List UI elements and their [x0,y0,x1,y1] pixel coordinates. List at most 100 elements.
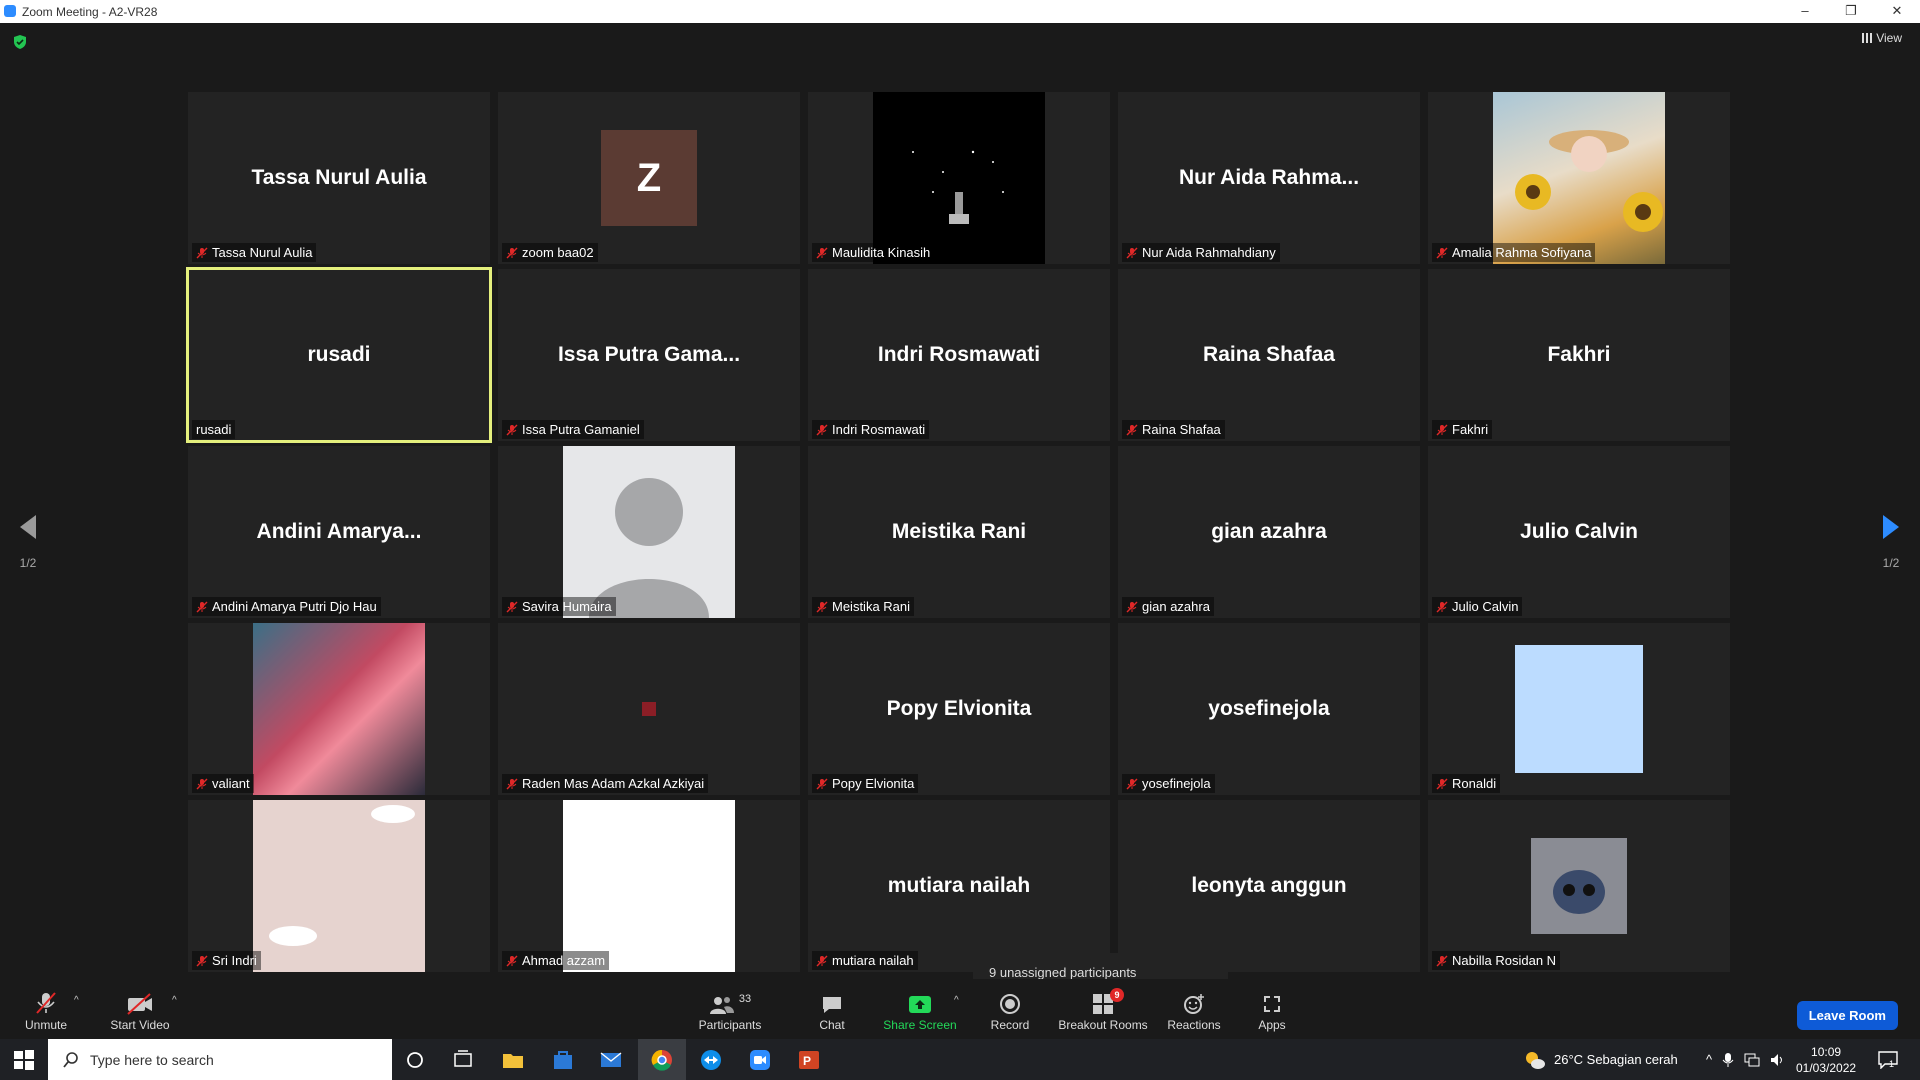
avatar [1515,645,1643,773]
meeting-toolbar: Unmute ^ Start Video ^ 33 Participants C… [0,979,1920,1039]
video-tile[interactable]: gian azahra gian azahra [1118,446,1420,618]
tile-name-label: Nabilla Rosidan N [1432,951,1561,970]
profile-picture [1493,92,1665,264]
weather-widget[interactable]: 26°C Sebagian cerah [1524,1039,1678,1080]
tile-avatar-area [498,623,800,795]
reactions-button[interactable]: Reactions [1164,991,1224,1032]
video-tile[interactable]: Z zoom baa02 [498,92,800,264]
video-tile[interactable]: Fakhri Fakhri [1428,269,1730,441]
video-tile[interactable]: Popy Elvionita Popy Elvionita [808,623,1110,795]
chevron-up-icon[interactable]: ^ [1706,1052,1712,1067]
tile-display-name: rusadi [307,343,371,366]
video-tile[interactable]: Sri Indri [188,800,490,972]
microphone-icon[interactable] [1722,1052,1734,1068]
zoom-app-icon [4,5,16,17]
powerpoint-icon[interactable]: P [798,1049,820,1071]
default-avatar-icon [589,478,709,618]
system-tray: ^ [1706,1039,1786,1080]
cortana-icon[interactable] [404,1049,426,1071]
video-tile[interactable]: Julio Calvin Julio Calvin [1428,446,1730,618]
profile-picture [873,92,1045,264]
mic-muted-icon [196,601,208,612]
leave-room-button[interactable]: Leave Room [1796,1001,1898,1030]
tile-name-label: Nur Aida Rahmahdiany [1122,243,1280,262]
tile-display-name: Meistika Rani [891,520,1027,543]
minimize-button[interactable]: – [1782,0,1828,23]
participants-button[interactable]: 33 Participants [692,991,768,1032]
video-tile[interactable]: Amalia Rahma Sofiyana [1428,92,1730,264]
windows-start-icon[interactable] [13,1049,35,1071]
clouds-image [269,805,415,946]
tile-avatar-area: Z [498,92,800,264]
tile-display-name: yosefinejola [1208,697,1330,720]
unmute-button[interactable]: Unmute [20,991,72,1032]
apps-button[interactable]: Apps [1250,991,1294,1032]
tile-display-name: Fakhri [1547,343,1611,366]
video-tile[interactable]: Raden Mas Adam Azkal Azkiyai [498,623,800,795]
video-tile[interactable]: Maulidita Kinasih [808,92,1110,264]
task-view-icon[interactable] [452,1049,474,1071]
mic-muted-icon [1126,424,1138,435]
video-options-caret[interactable]: ^ [172,995,177,1006]
video-tile[interactable]: leonyta anggun [1118,800,1420,972]
tile-name-label: gian azahra [1122,597,1214,616]
file-explorer-icon[interactable] [502,1049,524,1071]
video-tile[interactable]: Ahmad azzam [498,800,800,972]
video-tile[interactable]: Indri Rosmawati Indri Rosmawati [808,269,1110,441]
breakout-rooms-button[interactable]: 9 Breakout Rooms [1056,988,1150,1032]
video-tile[interactable]: Tassa Nurul Aulia Tassa Nurul Aulia [188,92,490,264]
video-tile[interactable]: Ronaldi [1428,623,1730,795]
close-button[interactable]: ✕ [1874,0,1920,23]
video-tile[interactable]: mutiara nailah mutiara nailah [808,800,1110,972]
apps-icon [1264,996,1280,1012]
mic-muted-icon [506,424,518,435]
video-tile[interactable]: yosefinejola yosefinejola [1118,623,1420,795]
mic-muted-icon [1436,955,1448,966]
prev-page-button[interactable]: 1/2 [8,513,48,570]
teamviewer-icon[interactable] [700,1049,722,1071]
reactions-icon [1184,994,1204,1014]
record-button[interactable]: Record [984,991,1036,1032]
video-tile[interactable]: valiant [188,623,490,795]
video-tile[interactable]: Meistika Rani Meistika Rani [808,446,1110,618]
restore-button[interactable]: ❐ [1828,0,1874,23]
audio-options-caret[interactable]: ^ [74,995,79,1006]
video-tile[interactable]: Nur Aida Rahma... Nur Aida Rahmahdiany [1118,92,1420,264]
mic-muted-icon [816,247,828,258]
tile-display-name: Issa Putra Gama... [557,343,741,366]
share-options-caret[interactable]: ^ [954,995,959,1006]
store-icon[interactable] [552,1049,574,1071]
tile-name-label: Issa Putra Gamaniel [502,420,644,439]
breakout-badge: 9 [1110,988,1124,1002]
taskbar-search-input[interactable]: Type here to search [48,1039,392,1080]
video-tile-active-speaker[interactable]: rusadi rusadi [186,267,492,443]
volume-icon[interactable] [1770,1053,1786,1067]
search-icon [63,1051,78,1068]
mic-muted-icon [1436,424,1448,435]
tile-name-label: Raina Shafaa [1122,420,1225,439]
view-button[interactable]: View [1862,31,1902,45]
notifications-button[interactable]: 1 [1878,1039,1898,1080]
arrow-left-icon [20,515,36,539]
chat-button[interactable]: Chat [808,991,856,1032]
next-page-button[interactable]: 1/2 [1871,513,1911,570]
start-video-button[interactable]: Start Video [104,991,176,1032]
video-tile[interactable]: Raina Shafaa Raina Shafaa [1118,269,1420,441]
share-screen-button[interactable]: Share Screen [880,991,960,1032]
video-tile[interactable]: Nabilla Rosidan N [1428,800,1730,972]
windows-taskbar: Type here to search P 26°C Sebagian cera… [0,1039,1920,1080]
video-tile[interactable]: Savira Humaira [498,446,800,618]
tile-display-name: mutiara nailah [887,874,1031,897]
zoom-taskbar-icon[interactable] [749,1049,771,1071]
clock[interactable]: 10:09 01/03/2022 [1796,1039,1856,1080]
video-tile[interactable]: Issa Putra Gama... Issa Putra Gamaniel [498,269,800,441]
video-tile[interactable]: Andini Amarya... Andini Amarya Putri Djo… [188,446,490,618]
mic-muted-icon [506,247,518,258]
network-icon[interactable] [1744,1053,1760,1067]
mic-muted-icon [196,778,208,789]
mic-muted-icon [1436,247,1448,258]
shield-icon[interactable] [12,34,28,50]
chrome-icon[interactable] [651,1049,673,1071]
profile-picture [253,800,425,972]
mail-icon[interactable] [600,1049,622,1071]
